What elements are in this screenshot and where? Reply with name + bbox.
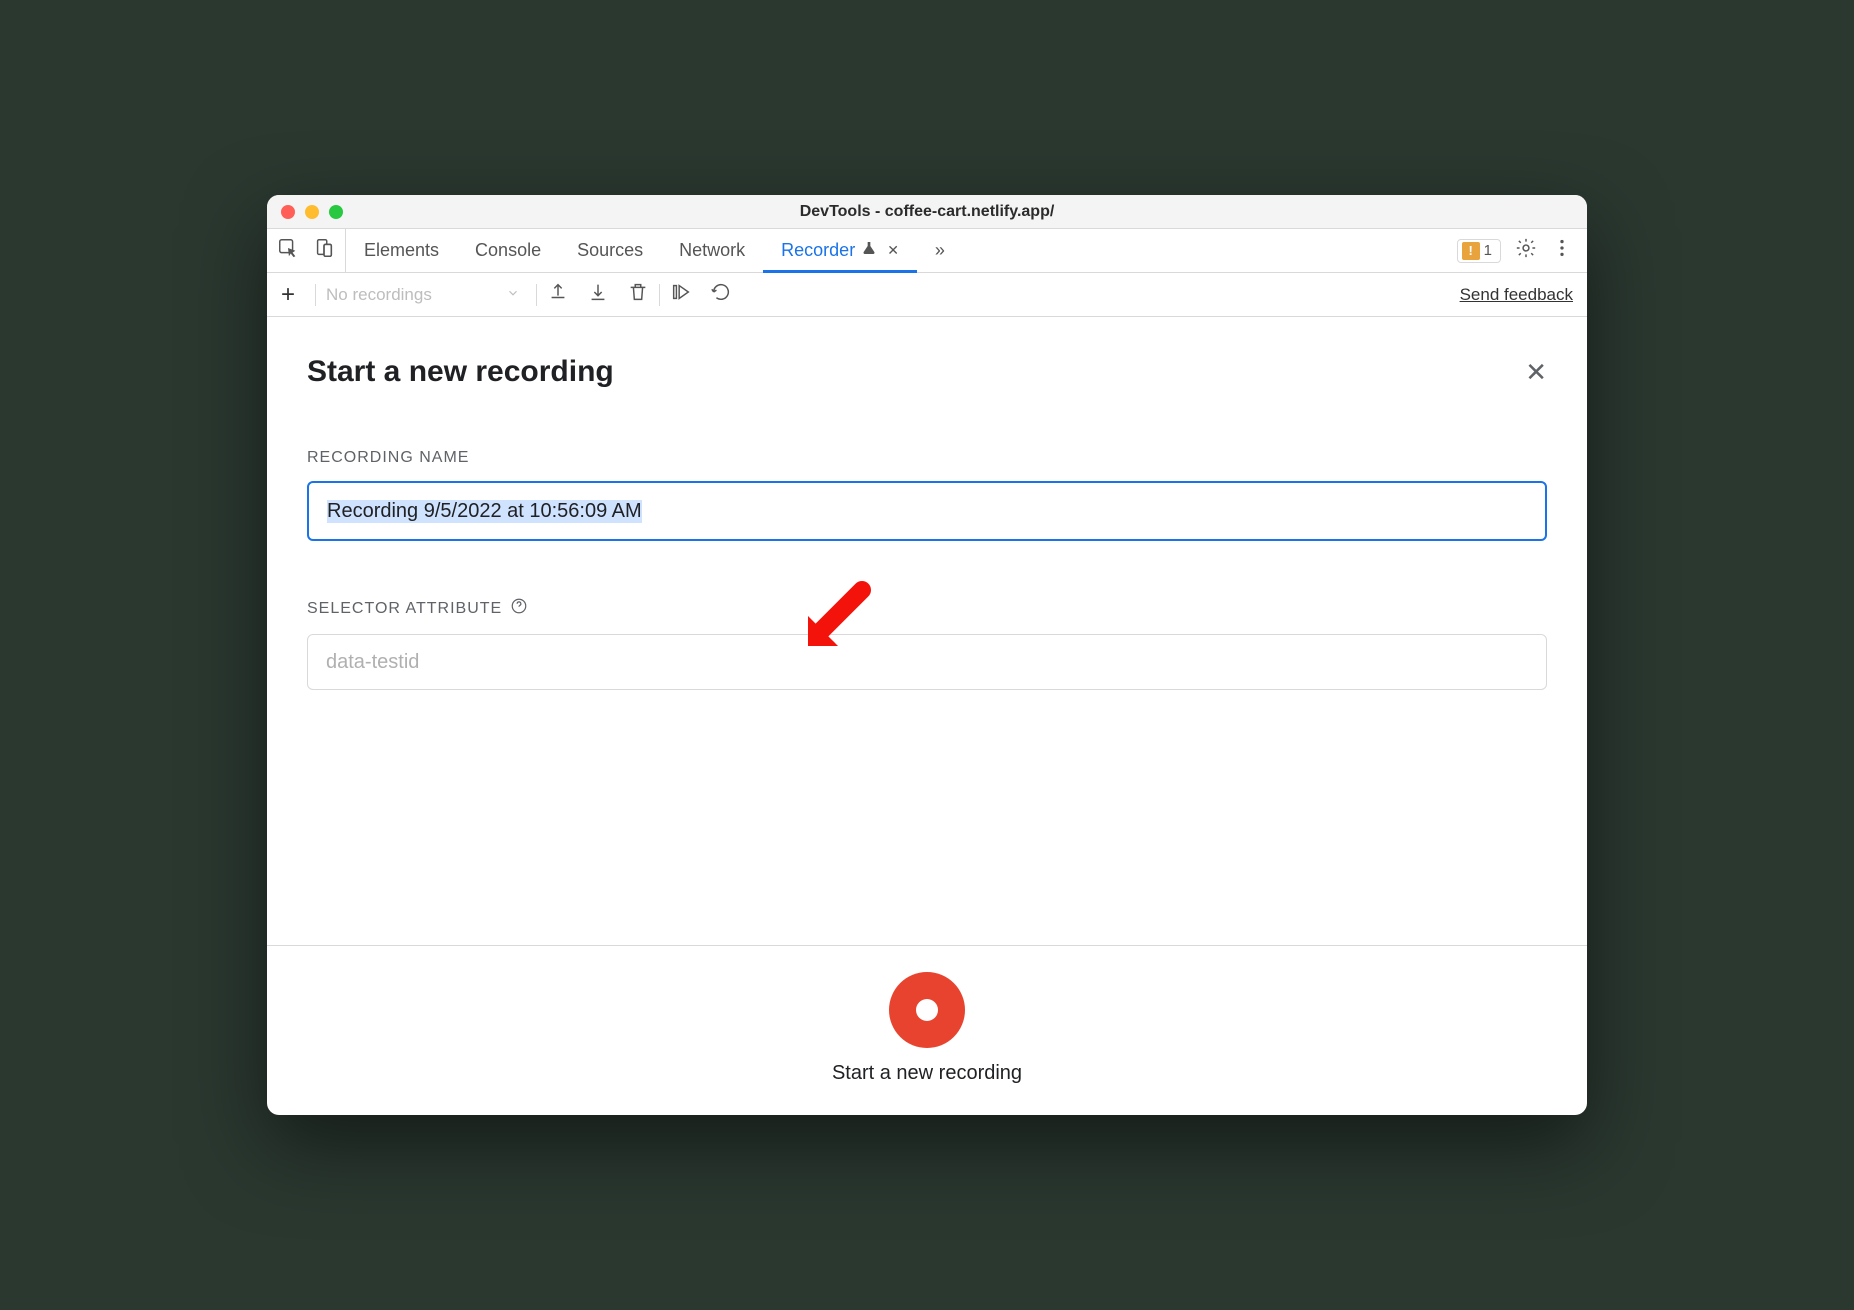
kebab-menu-icon[interactable] [1551, 237, 1573, 264]
record-icon [916, 999, 938, 1021]
window-maximize-button[interactable] [329, 205, 343, 219]
traffic-lights [267, 205, 343, 219]
chevron-right-double-icon: » [935, 240, 945, 261]
close-tab-icon[interactable]: ✕ [887, 242, 899, 259]
selector-attribute-label: SELECTOR ATTRIBUTE [307, 597, 1547, 620]
warning-icon: ! [1462, 242, 1480, 260]
selector-attribute-input[interactable] [307, 634, 1547, 690]
import-icon[interactable] [587, 281, 609, 308]
divider [536, 284, 537, 306]
recorder-content: Start a new recording ✕ RECORDING NAME S… [267, 317, 1587, 1115]
inspect-element-icon[interactable] [277, 237, 299, 264]
tab-sources[interactable]: Sources [559, 229, 661, 272]
window-minimize-button[interactable] [305, 205, 319, 219]
new-recording-panel: Start a new recording ✕ RECORDING NAME S… [267, 317, 1587, 945]
new-recording-icon[interactable]: + [281, 281, 305, 309]
start-recording-label: Start a new recording [832, 1062, 1022, 1085]
tab-label: Sources [577, 240, 643, 261]
device-toolbar-icon[interactable] [313, 237, 335, 264]
settings-icon[interactable] [1515, 237, 1537, 264]
tab-recorder[interactable]: Recorder ✕ [763, 229, 917, 272]
delete-icon[interactable] [627, 281, 649, 308]
help-icon[interactable] [510, 597, 528, 620]
warning-count: 1 [1484, 242, 1492, 259]
recordings-dropdown[interactable]: No recordings [326, 285, 526, 305]
warnings-badge[interactable]: ! 1 [1457, 239, 1501, 263]
tab-label: Elements [364, 240, 439, 261]
devtools-tabstrip: Elements Console Sources Network Recorde… [267, 229, 1587, 273]
tab-label: Recorder [781, 240, 855, 261]
close-panel-icon[interactable]: ✕ [1525, 357, 1547, 388]
panel-title: Start a new recording [307, 355, 614, 389]
tab-label: Console [475, 240, 541, 261]
tab-elements[interactable]: Elements [346, 229, 457, 272]
window-close-button[interactable] [281, 205, 295, 219]
start-recording-button[interactable] [889, 972, 965, 1048]
window-title: DevTools - coffee-cart.netlify.app/ [267, 203, 1587, 221]
titlebar: DevTools - coffee-cart.netlify.app/ [267, 195, 1587, 229]
recording-name-input[interactable] [307, 481, 1547, 541]
tab-network[interactable]: Network [661, 229, 763, 272]
recorder-toolbar: + No recordings Send feedback [267, 273, 1587, 317]
replay-speed-icon[interactable] [670, 281, 692, 308]
send-feedback-link[interactable]: Send feedback [1460, 285, 1573, 305]
tab-console[interactable]: Console [457, 229, 559, 272]
replay-icon[interactable] [710, 281, 732, 308]
devtools-window: DevTools - coffee-cart.netlify.app/ Elem… [267, 195, 1587, 1115]
flask-icon [861, 240, 877, 261]
selector-attribute-label-text: SELECTOR ATTRIBUTE [307, 600, 502, 618]
dropdown-placeholder: No recordings [326, 285, 432, 305]
export-icon[interactable] [547, 281, 569, 308]
divider [659, 284, 660, 306]
tab-label: Network [679, 240, 745, 261]
recording-name-label: RECORDING NAME [307, 449, 1547, 467]
divider [315, 284, 316, 306]
chevron-down-icon [506, 285, 520, 305]
more-tabs-button[interactable]: » [917, 229, 963, 272]
start-section: Start a new recording [267, 945, 1587, 1115]
